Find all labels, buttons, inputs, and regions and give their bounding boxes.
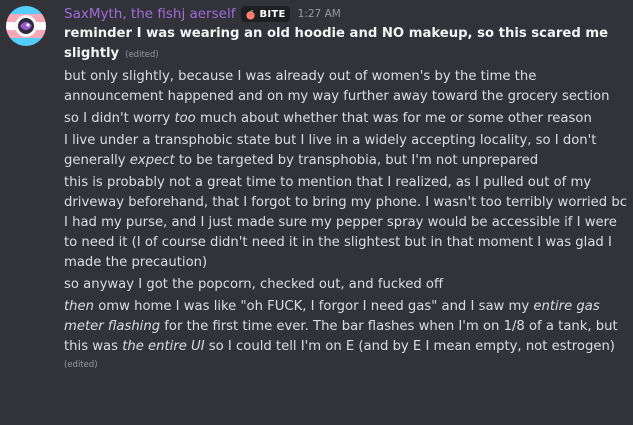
message-text: this is probably not a great time to men…	[64, 175, 627, 270]
message-italic-text: the entire UI	[122, 339, 205, 354]
message-5[interactable]: this is probably not a great time to men…	[64, 173, 629, 273]
guild-tag[interactable]: BITE	[241, 6, 290, 22]
message-text: so anyway I got the popcorn, checked out…	[64, 277, 444, 292]
message-3[interactable]: so I didn't worry too much about whether…	[64, 109, 629, 129]
guild-tag-label: BITE	[259, 8, 286, 20]
timestamp[interactable]: 1:27 AM	[298, 8, 341, 20]
avatar-image	[6, 6, 46, 46]
message-4[interactable]: I live under a transphobic state but I l…	[64, 131, 629, 171]
avatar[interactable]	[6, 6, 46, 46]
message-italic-text: too	[174, 111, 196, 126]
message-italic-text: then	[64, 299, 95, 314]
message-6[interactable]: so anyway I got the popcorn, checked out…	[64, 275, 629, 295]
username[interactable]: SaxMyth, the fishj aerself	[64, 6, 235, 22]
message-text: omw home I was like "oh FUCK, I forgor I…	[94, 299, 534, 314]
edited-label: (edited)	[125, 50, 159, 60]
message-text: much about whether that was for me or so…	[195, 111, 592, 126]
message-header: SaxMyth, the fishj aerself BITE 1:27 AM	[64, 5, 341, 23]
message-text: to be targeted by transphobia, but I'm n…	[174, 153, 539, 168]
peach-icon	[246, 9, 256, 20]
message-7[interactable]: then omw home I was like "oh FUCK, I for…	[64, 297, 629, 357]
message-1[interactable]: reminder I was wearing an old hoodie and…	[64, 24, 629, 65]
message-italic-text: expect	[129, 153, 175, 168]
message-text: so I didn't worry	[64, 111, 175, 126]
message-group: SaxMyth, the fishj aerself BITE 1:27 AM …	[0, 0, 633, 425]
message-2[interactable]: but only slightly, because I was already…	[64, 67, 629, 107]
message-text: so I could tell I'm on E (and by E I mea…	[204, 339, 615, 354]
message-text: but only slightly, because I was already…	[64, 69, 610, 104]
message-list: reminder I was wearing an old hoodie and…	[64, 24, 629, 370]
edited-label: (edited)	[64, 360, 98, 370]
